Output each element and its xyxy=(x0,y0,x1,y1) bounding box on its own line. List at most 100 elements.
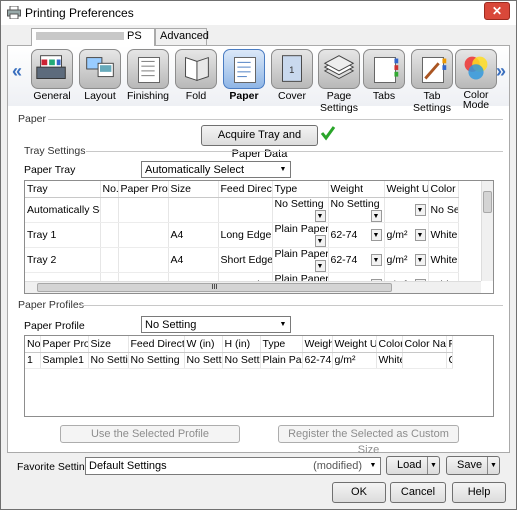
category-tabs[interactable]: Tabs xyxy=(360,49,408,102)
cell-dropdown-icon[interactable]: ▼ xyxy=(314,259,326,271)
profile-column-header[interactable]: Weight xyxy=(302,336,333,353)
profile-column-header[interactable]: Color Name xyxy=(402,336,447,353)
chevron-down-icon: ▼ xyxy=(279,321,287,328)
table-cell: Short Edge xyxy=(218,247,273,273)
tray-column-header[interactable]: Color xyxy=(428,181,459,198)
table-cell: No Setting xyxy=(222,352,261,369)
acquire-tray-button[interactable]: Acquire Tray and Paper Data xyxy=(201,125,318,160)
table-cell[interactable]: No Setting ▼ xyxy=(328,197,385,223)
cell-dropdown-icon[interactable]: ▼ xyxy=(314,209,326,221)
tray-vertical-scrollbar[interactable] xyxy=(481,181,493,281)
scroll-right-icon[interactable]: » xyxy=(496,61,506,82)
table-cell: Plain Paper xyxy=(260,352,303,369)
scroll-left-icon[interactable]: « xyxy=(12,61,22,82)
category-paper[interactable]: Paper xyxy=(220,49,268,102)
table-cell: White xyxy=(376,352,403,369)
cell-dropdown-icon[interactable]: ▼ xyxy=(370,209,382,221)
table-cell: g/m² xyxy=(332,352,377,369)
table-row[interactable]: Tray 2 A4 Short Edge Plain Paper ▼ 62-74 ▼ g/m²… xyxy=(25,247,459,273)
profile-column-header[interactable]: No. xyxy=(25,336,41,353)
category-general[interactable]: General xyxy=(28,49,76,102)
cell-dropdown-icon[interactable]: ▼ xyxy=(414,228,426,241)
table-cell xyxy=(218,197,273,223)
profile-column-header[interactable]: Color xyxy=(376,336,403,353)
tray-column-header[interactable]: Type xyxy=(272,181,329,198)
tray-column-header[interactable]: Size xyxy=(168,181,219,198)
cell-dropdown-icon[interactable]: ▼ xyxy=(414,253,426,266)
cell-dropdown-icon[interactable]: ▼ xyxy=(314,234,326,246)
table-cell[interactable]: ▼ xyxy=(384,197,429,223)
load-button[interactable]: Load ▼ xyxy=(386,456,440,475)
save-dropdown-icon[interactable]: ▼ xyxy=(487,457,499,474)
category-finishing[interactable]: Finishing xyxy=(124,49,172,102)
profile-column-header[interactable]: Size xyxy=(88,336,129,353)
favorite-setting-label: Favorite Setting xyxy=(17,461,91,473)
cell-dropdown-icon[interactable]: ▼ xyxy=(414,203,426,216)
table-cell: No Setting xyxy=(128,352,185,369)
help-button[interactable]: Help xyxy=(452,482,506,503)
chevron-down-icon: ▼ xyxy=(279,166,287,173)
fold-icon xyxy=(185,56,209,82)
tray-column-header[interactable]: No. xyxy=(100,181,119,198)
paper-tray-select[interactable]: Automatically Select ▼ xyxy=(141,161,291,178)
category-ribbon: « General Layout Finishing Fold Paper 1 … xyxy=(8,46,509,114)
category-cover[interactable]: 1 Cover xyxy=(268,49,316,102)
table-cell: No Setti xyxy=(428,197,459,223)
profile-table-grid: No.Paper ProfileSizeFeed DirectionW (in)… xyxy=(25,336,453,369)
table-cell: 1 xyxy=(25,352,41,369)
tabs-icon xyxy=(394,58,399,77)
profile-column-header[interactable]: Weight Unit xyxy=(332,336,377,353)
paper-profile-select[interactable]: No Setting ▼ xyxy=(141,316,291,333)
tray-column-header[interactable]: Weight xyxy=(328,181,385,198)
table-row[interactable]: Tray 1 A4 Long Edge Plain Paper ▼ 62-74 ▼ g/m² ▼… xyxy=(25,222,459,248)
tab-advanced[interactable]: Advanced xyxy=(155,28,209,45)
register-custom-size-button[interactable]: Register the Selected as Custom Size xyxy=(278,425,459,456)
table-cell: No Setting xyxy=(184,352,223,369)
favorite-setting-select[interactable]: Default Settings (modified) ▼ xyxy=(85,457,381,475)
profile-table[interactable]: No.Paper ProfileSizeFeed DirectionW (in)… xyxy=(24,335,494,417)
category-page-settings[interactable]: Page Settings xyxy=(312,49,366,114)
paper-profiles-title: Paper Profiles xyxy=(18,299,84,311)
tray-settings-title: Tray Settings xyxy=(24,145,86,157)
close-button[interactable]: ✕ xyxy=(484,2,510,20)
profile-column-header[interactable]: Feed Direction xyxy=(128,336,185,353)
profile-column-header[interactable]: H (in) xyxy=(222,336,261,353)
use-selected-profile-button[interactable]: Use the Selected Profile xyxy=(60,425,240,443)
table-cell[interactable]: g/m²▼ xyxy=(384,247,429,273)
check-icon xyxy=(320,126,336,141)
tray-column-header[interactable]: Paper Profile xyxy=(118,181,169,198)
table-row[interactable]: 1Sample1No SettingNo SettingNo SettingNo… xyxy=(25,352,453,369)
tray-table[interactable]: TrayNo.Paper ProfileSizeFeed DirectionTy… xyxy=(24,180,494,294)
table-cell[interactable]: No Setting ▼ xyxy=(272,197,329,223)
profile-column-header[interactable]: W (in) xyxy=(184,336,223,353)
ok-button[interactable]: OK xyxy=(332,482,386,503)
table-row[interactable]: Automatically Select No Setting▼No Settin… xyxy=(25,197,459,223)
category-layout[interactable]: Layout xyxy=(76,49,124,102)
cell-dropdown-icon[interactable]: ▼ xyxy=(370,253,382,266)
profile-column-header[interactable]: Paper Profile xyxy=(40,336,89,353)
tab-printer[interactable]: PS xyxy=(31,28,155,46)
table-cell[interactable]: g/m²▼ xyxy=(384,222,429,248)
tray-column-header[interactable]: Feed Direction xyxy=(218,181,273,198)
category-color-mode[interactable]: Color Mode xyxy=(452,49,500,110)
table-cell: White xyxy=(428,222,459,248)
load-dropdown-icon[interactable]: ▼ xyxy=(427,457,439,474)
color-mode-icon xyxy=(464,56,488,80)
table-cell: Tray 2 xyxy=(25,247,101,273)
table-cell xyxy=(100,222,119,248)
table-cell[interactable]: 62-74▼ xyxy=(328,247,385,273)
divider xyxy=(86,151,503,152)
cancel-button[interactable]: Cancel xyxy=(390,482,446,503)
tray-column-header[interactable]: Weight Unit xyxy=(384,181,429,198)
save-button[interactable]: Save ▼ xyxy=(446,456,500,475)
table-cell[interactable]: 62-74▼ xyxy=(328,222,385,248)
tray-column-header[interactable]: Tray xyxy=(25,181,101,198)
profile-column-header[interactable]: F xyxy=(446,336,453,353)
table-cell[interactable]: Plain Paper▼ xyxy=(272,222,329,248)
category-fold[interactable]: Fold xyxy=(172,49,220,102)
cell-dropdown-icon[interactable]: ▼ xyxy=(370,228,382,241)
tray-horizontal-scrollbar[interactable]: III xyxy=(25,281,481,293)
table-cell xyxy=(100,197,119,223)
profile-column-header[interactable]: Type xyxy=(260,336,303,353)
table-cell[interactable]: Plain Paper▼ xyxy=(272,247,329,273)
